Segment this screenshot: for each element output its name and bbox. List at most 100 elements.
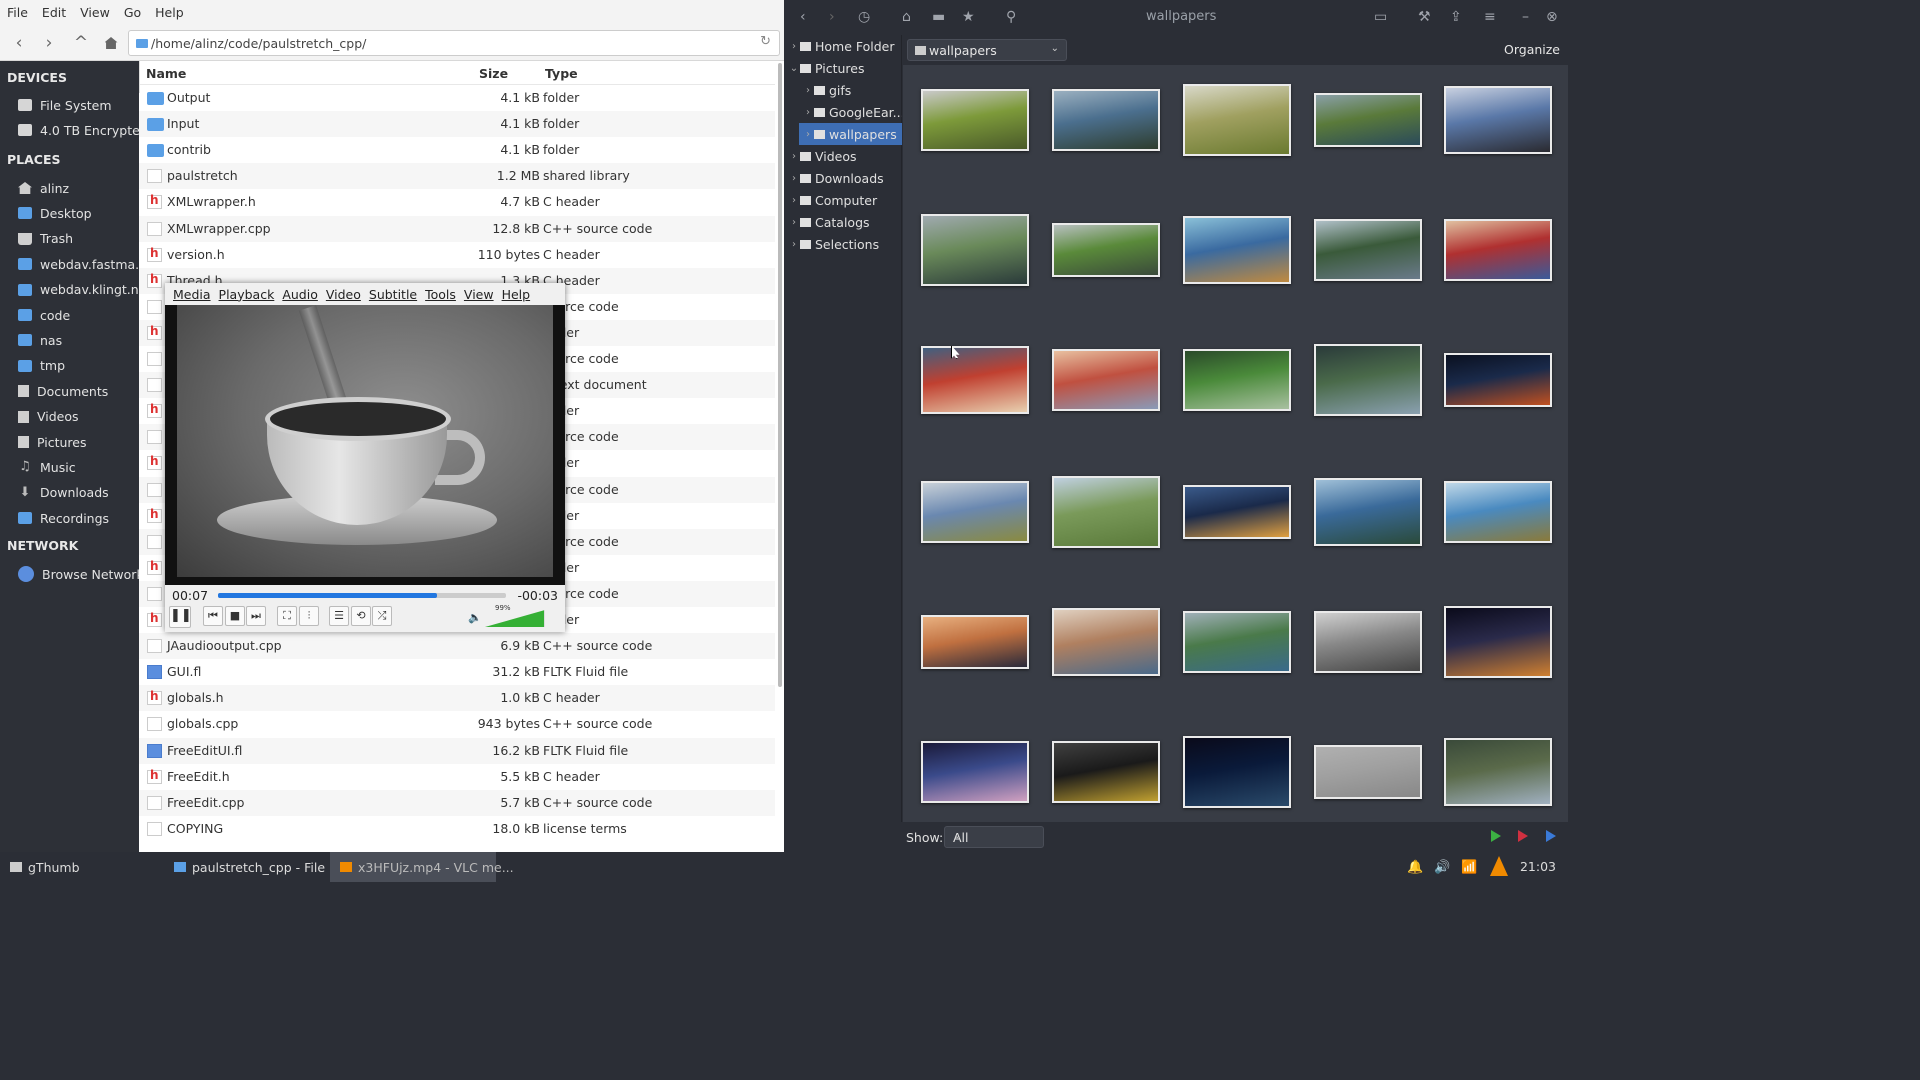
taskbar-item[interactable]: gThumb (0, 852, 160, 882)
sidebar-item[interactable]: Documents (0, 379, 139, 403)
extended-settings-button[interactable]: ⫶ (299, 606, 319, 626)
star-icon[interactable]: ★ (962, 9, 975, 25)
table-row[interactable]: Input 4.1 kB folder (139, 111, 775, 138)
speaker-icon[interactable]: 🔈 (468, 611, 482, 624)
wallpaper-thumbnail[interactable] (921, 346, 1029, 414)
vlc-menu-media[interactable]: Media (169, 287, 215, 302)
previous-button[interactable]: ⏮ (203, 606, 223, 626)
tree-item[interactable]: › wallpapers (799, 123, 902, 145)
table-row[interactable]: XMLwrapper.cpp 12.8 kB C++ source code (139, 215, 775, 242)
home-icon[interactable]: ⌂ (902, 9, 911, 25)
sidebar-item[interactable]: tmp (0, 354, 139, 378)
volume-icon[interactable]: 🔊 (1434, 860, 1450, 875)
wallpaper-thumbnail[interactable] (1052, 349, 1160, 411)
wallpaper-thumbnail[interactable] (921, 214, 1029, 286)
sidebar-item[interactable]: Desktop (0, 201, 139, 225)
tree-item[interactable]: › Downloads (784, 167, 902, 189)
chevron-right-icon[interactable]: › (788, 217, 800, 228)
wallpaper-thumbnail[interactable] (1314, 745, 1422, 799)
menu-view[interactable]: View (73, 5, 117, 20)
wallpaper-thumbnail[interactable] (1314, 478, 1422, 546)
sidebar-item[interactable]: Pictures (0, 430, 139, 454)
playlist-button[interactable]: ☰ (329, 606, 349, 626)
video-output[interactable] (165, 305, 565, 585)
table-row[interactable]: GUI.fl 31.2 kB FLTK Fluid file (139, 659, 775, 685)
sidebar-item[interactable]: code (0, 303, 139, 327)
wallpaper-thumbnail[interactable] (1183, 611, 1291, 673)
slideshow-icon[interactable]: ▭ (1374, 9, 1387, 25)
tree-item[interactable]: › Videos (784, 145, 902, 167)
stop-button[interactable]: ■ (225, 606, 245, 626)
table-row[interactable]: globals.cpp 943 bytes C++ source code (139, 711, 775, 737)
tree-item[interactable]: › Catalogs (784, 211, 902, 233)
minimize-icon[interactable]: – (1522, 9, 1529, 25)
search-icon[interactable]: ⚲ (1006, 9, 1016, 25)
close-icon[interactable]: ⊗ (1546, 9, 1558, 25)
green-flag-icon[interactable] (1491, 830, 1501, 842)
wallpaper-thumbnail[interactable] (1052, 223, 1160, 277)
wallpaper-thumbnail[interactable] (1183, 736, 1291, 808)
sidebar-item[interactable]: webdav.klingt.n... (0, 278, 139, 302)
wallpaper-thumbnail[interactable] (1052, 741, 1160, 803)
sidebar-item[interactable]: webdav.fastma... (0, 252, 139, 276)
table-row[interactable]: FreeEdit.h 5.5 kBC header (139, 764, 775, 790)
table-row[interactable]: contrib 4.1 kB folder (139, 137, 775, 163)
pause-button[interactable]: ❚❚ (169, 606, 192, 628)
wallpaper-thumbnail[interactable] (1444, 738, 1552, 806)
table-row[interactable]: FreeEditUI.fl 16.2 kB FLTK Fluid file (139, 737, 775, 764)
sidebar-item[interactable]: Trash (0, 227, 139, 251)
forward-arrow-icon[interactable]: › (39, 33, 59, 53)
scrollbar[interactable] (778, 63, 782, 687)
wallpaper-thumbnail[interactable] (1444, 353, 1552, 407)
chevron-right-icon[interactable]: › (788, 195, 800, 206)
wifi-icon[interactable]: 📶 (1461, 860, 1477, 875)
chevron-right-icon[interactable]: › (788, 151, 800, 162)
wallpaper-thumbnail[interactable] (1314, 93, 1422, 147)
menu-go[interactable]: Go (117, 5, 148, 20)
time-remaining[interactable]: -00:03 (517, 588, 558, 603)
wrench-icon[interactable]: ⚒ (1418, 9, 1431, 25)
tree-item[interactable]: › gifs (784, 79, 902, 101)
wallpaper-thumbnail[interactable] (1052, 608, 1160, 676)
sidebar-item[interactable]: ♫ Music (0, 455, 139, 479)
table-row[interactable]: Output 4.1 kB folder (139, 85, 775, 111)
menu-help[interactable]: Help (148, 5, 191, 20)
chevron-right-icon[interactable]: › (802, 85, 814, 96)
back-icon[interactable]: ‹ (800, 9, 806, 25)
table-row[interactable]: paulstretch 1.2 MB shared library (139, 163, 775, 190)
drive-icon[interactable]: ▬ (932, 9, 945, 25)
tree-item[interactable]: › Home Folder (784, 35, 902, 57)
table-row[interactable]: globals.h 1.0 kBC header (139, 685, 775, 712)
table-row[interactable]: version.h 110 bytesC header (139, 242, 775, 268)
back-arrow-icon[interactable]: ‹ (9, 33, 29, 53)
chevron-down-icon[interactable]: ⌄ (788, 63, 800, 74)
table-row[interactable]: XMLwrapper.h 4.7 kBC header (139, 189, 775, 215)
vlc-menu-audio[interactable]: Audio (278, 287, 322, 302)
wallpaper-thumbnail[interactable] (1314, 344, 1422, 416)
vlc-menu-help[interactable]: Help (498, 287, 535, 302)
wallpaper-thumbnail[interactable] (921, 615, 1029, 669)
taskbar-item[interactable]: x3HFUjz.mp4 - VLC me... (330, 852, 514, 882)
sidebar-item[interactable]: Browse Network (0, 562, 139, 586)
chevron-right-icon[interactable]: › (802, 107, 814, 118)
vlc-menu-view[interactable]: View (460, 287, 498, 302)
tree-item[interactable]: › GoogleEar... (784, 101, 902, 123)
next-button[interactable]: ⏭ (246, 606, 266, 626)
wallpaper-thumbnail[interactable] (1314, 611, 1422, 673)
table-row[interactable]: JAaudiooutput.cpp 6.9 kB C++ source code (139, 633, 775, 660)
notification-bell-icon[interactable]: 🔔 (1407, 860, 1423, 875)
wallpaper-thumbnail[interactable] (1052, 476, 1160, 548)
organize-button[interactable]: Organize (1504, 42, 1560, 57)
show-filter-select[interactable]: All ⌄ (944, 826, 1044, 848)
wallpaper-thumbnail[interactable] (1444, 481, 1552, 543)
chevron-right-icon[interactable]: › (788, 239, 800, 250)
wallpaper-thumbnail[interactable] (1183, 485, 1291, 539)
wallpaper-thumbnail[interactable] (1444, 606, 1552, 678)
wallpaper-thumbnail[interactable] (1444, 219, 1552, 281)
wallpaper-thumbnail[interactable] (1183, 84, 1291, 156)
table-row[interactable]: FreeEdit.cpp 5.7 kB C++ source code (139, 789, 775, 816)
taskbar-item[interactable]: paulstretch_cpp - File ... (164, 852, 341, 882)
tree-item[interactable]: › Selections (784, 233, 902, 255)
sidebar-item[interactable]: Videos (0, 405, 139, 429)
history-icon[interactable]: ◷ (858, 9, 870, 25)
